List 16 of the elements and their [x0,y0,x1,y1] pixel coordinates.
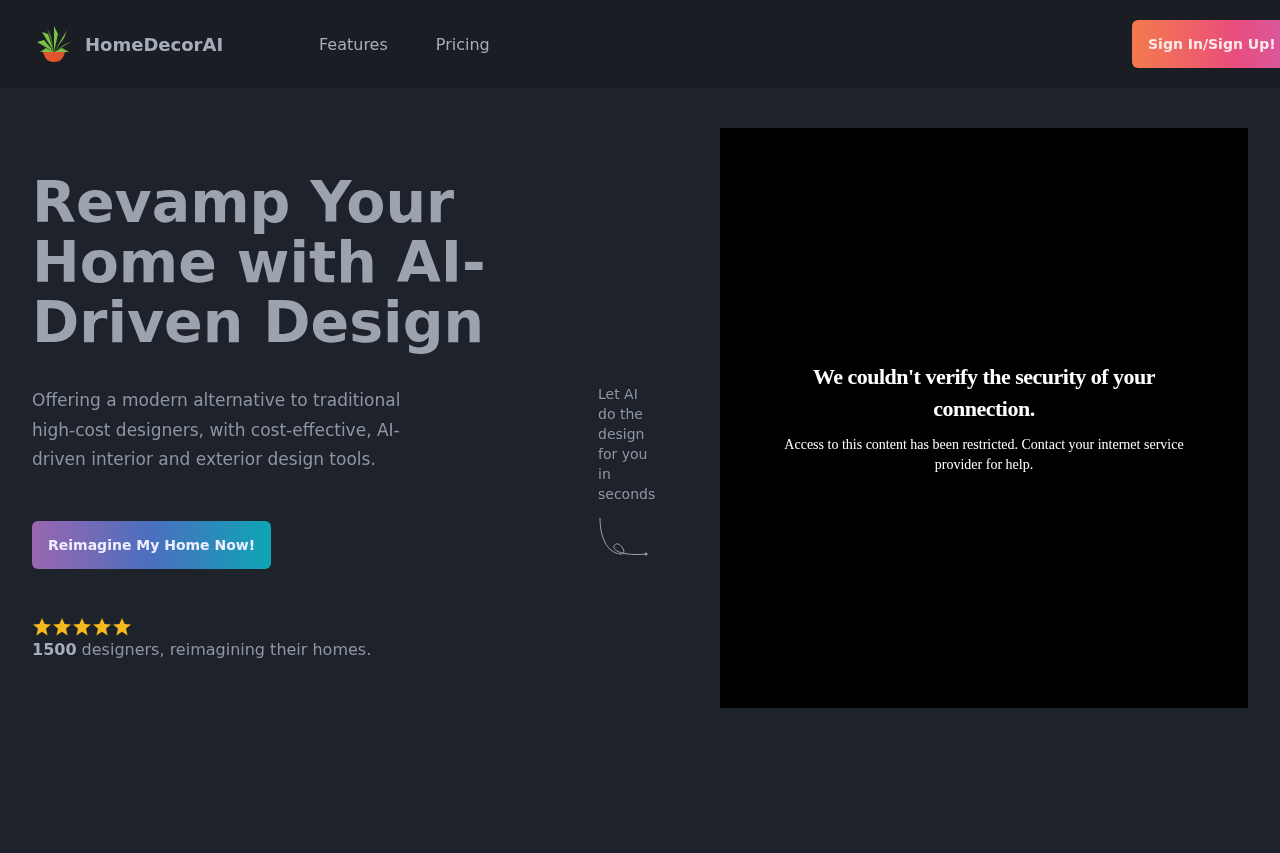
star-icon [72,616,92,637]
nav-link[interactable]: Features [319,34,388,54]
error-message: Access to this content has been restricted. Contact your internet service provider for help. [783,436,1185,474]
nav-link[interactable]: Pricing [435,34,490,54]
hero-description: Offering a modern alternative to traditional high-cost designers, with cost-effective, AI-driven interior and exterior design tools. [32,389,402,471]
annotation-text: Let AI do the design for you in seconds [598,385,657,504]
rating-text: 1500 designers, reimagining their homes. [32,639,373,659]
star-icon [32,616,52,637]
cta-button[interactable]: Reimagine My Home Now! [32,520,272,569]
star-icon [92,616,112,637]
star-icon [52,616,72,637]
error-heading: We couldn't verify the security of your connection. [811,363,1157,423]
star-icon [112,616,132,637]
brand-name: HomeDecorAI [85,33,224,55]
hero-title: Revamp Your Home with AI-Driven Design [32,172,487,352]
curly-arrow-icon [598,516,648,558]
